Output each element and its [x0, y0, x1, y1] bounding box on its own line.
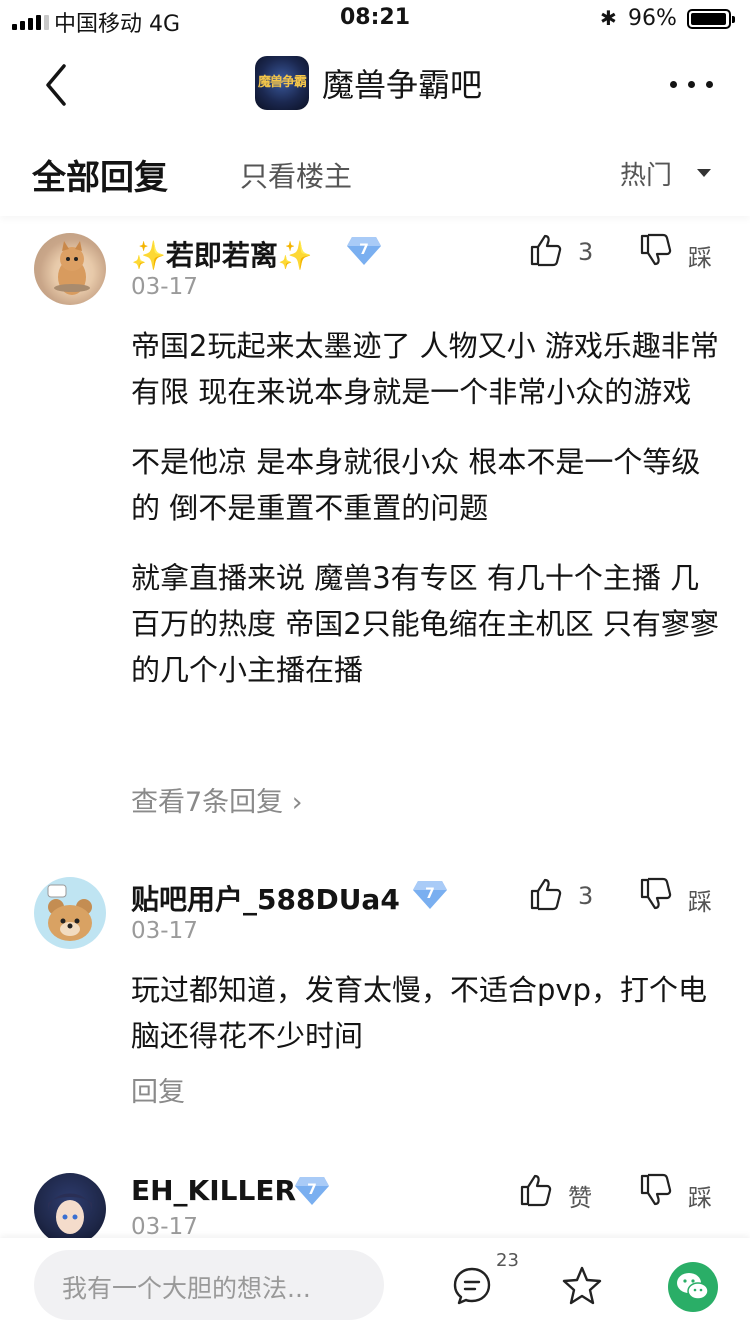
share-wechat-button[interactable] [668, 1262, 718, 1312]
username[interactable]: 贴吧用户_588DUa4 [131, 878, 400, 918]
dislike-button[interactable]: 踩 [638, 876, 718, 916]
back-button[interactable] [38, 62, 78, 108]
dislike-button[interactable]: 踩 [638, 1172, 718, 1212]
post-date: 03-17 [131, 274, 198, 300]
like-button[interactable]: 3 [528, 876, 618, 916]
forum-title[interactable]: 魔兽争霸吧 [322, 60, 482, 106]
like-button[interactable]: 赞 [518, 1172, 608, 1212]
reply-item: 贴吧用户_588DUa4 7 03-17 3 踩 玩过都知道，发育太慢，不适合p… [0, 860, 750, 1150]
bottom-action-bar: 我有一个大胆的想法... 23 [0, 1238, 750, 1334]
like-count: 3 [578, 238, 594, 266]
dislike-button[interactable]: 踩 [638, 232, 718, 272]
level-badge: 7 [412, 880, 448, 910]
caret-down-icon[interactable] [697, 169, 711, 177]
forum-logo-text: 魔兽争霸 [257, 75, 307, 90]
thumbs-down-icon [640, 1173, 672, 1206]
cat-avatar-image [54, 241, 90, 295]
anime-avatar-image [48, 1193, 92, 1234]
comment-input-placeholder: 我有一个大胆的想法... [62, 1274, 311, 1303]
level-badge: 7 [346, 236, 382, 266]
dislike-label: 踩 [688, 1184, 712, 1212]
more-options-button[interactable] [670, 74, 714, 94]
level-number: 7 [307, 1182, 317, 1198]
favorite-button[interactable] [560, 1264, 604, 1308]
status-bar: 中国移动 4G 08:21 ✱ 96% [0, 0, 750, 42]
reply-paragraph: 不是他凉 是本身就很小众 根本不是一个等级的 倒不是重置不重置的问题 [131, 445, 701, 525]
reply-button[interactable]: 回复 [131, 1070, 185, 1109]
reply-item: ✨若即若离✨ 7 03-17 3 踩 帝国2玩起来太墨迹了 人物又小 游戏乐趣非… [0, 216, 750, 836]
dislike-label: 踩 [688, 244, 712, 272]
dislike-label: 踩 [688, 888, 712, 916]
thumbs-up-icon [530, 234, 562, 267]
reply-paragraph: 玩过都知道，发育太慢，不适合pvp，打个电脑还得花不少时间 [131, 973, 707, 1053]
view-replies-label: 查看7条回复 [131, 787, 284, 818]
chevron-right-icon: › [283, 787, 303, 818]
post-date: 03-17 [131, 1214, 198, 1238]
thumbs-down-icon [640, 877, 672, 910]
star-icon [562, 1266, 602, 1305]
forum-logo[interactable]: 魔兽争霸 [255, 56, 309, 110]
chevron-left-icon [46, 64, 66, 106]
tab-only-op[interactable]: 只看楼主 [240, 155, 352, 195]
reply-content: 玩过都知道，发育太慢，不适合pvp，打个电脑还得花不少时间 [131, 967, 721, 1083]
nav-bar: 魔兽争霸 魔兽争霸吧 [0, 42, 750, 128]
avatar[interactable] [34, 877, 106, 949]
view-replies-link[interactable]: 查看7条回复 › [131, 780, 303, 819]
comments-button[interactable] [452, 1266, 492, 1306]
reply-content: 帝国2玩起来太墨迹了 人物又小 游戏乐趣非常有限 现在来说本身就是一个非常小众的… [131, 323, 721, 717]
comment-bubble-icon [453, 1267, 491, 1305]
comment-count: 23 [496, 1250, 519, 1271]
thumbs-down-icon [640, 233, 672, 266]
like-button[interactable]: 3 [528, 232, 618, 272]
like-label: 赞 [568, 1184, 592, 1212]
reply-paragraph: 就拿直播来说 魔兽3有专区 有几十个主播 几百万的热度 帝国2只能龟缩在主机区 … [131, 561, 719, 687]
thumbs-up-icon [530, 878, 562, 911]
bear-avatar-image [47, 884, 92, 941]
avatar[interactable] [34, 1173, 106, 1238]
level-number: 7 [359, 242, 369, 258]
like-count: 3 [578, 882, 594, 910]
reply-filter-bar: 全部回复 只看楼主 热门 [0, 128, 750, 216]
battery-icon [687, 9, 735, 29]
reply-item: EH_KILLER 7 03-17 赞 踩 [0, 1156, 750, 1238]
level-badge: 7 [294, 1176, 330, 1206]
reply-paragraph: 帝国2玩起来太墨迹了 人物又小 游戏乐趣非常有限 现在来说本身就是一个非常小众的… [131, 329, 719, 409]
avatar[interactable] [34, 233, 106, 305]
username[interactable]: EH_KILLER [131, 1174, 296, 1207]
post-date: 03-17 [131, 918, 198, 944]
thumbs-up-icon [520, 1174, 552, 1207]
username[interactable]: ✨若即若离✨ [131, 234, 313, 274]
tab-all-replies[interactable]: 全部回复 [32, 150, 168, 199]
level-number: 7 [425, 886, 435, 902]
sort-dropdown[interactable]: 热门 [620, 155, 672, 192]
wechat-icon [677, 1273, 709, 1300]
comment-input[interactable]: 我有一个大胆的想法... [34, 1250, 384, 1320]
battery-percent: 96% [628, 6, 677, 31]
bluetooth-icon: ✱ [600, 6, 617, 30]
